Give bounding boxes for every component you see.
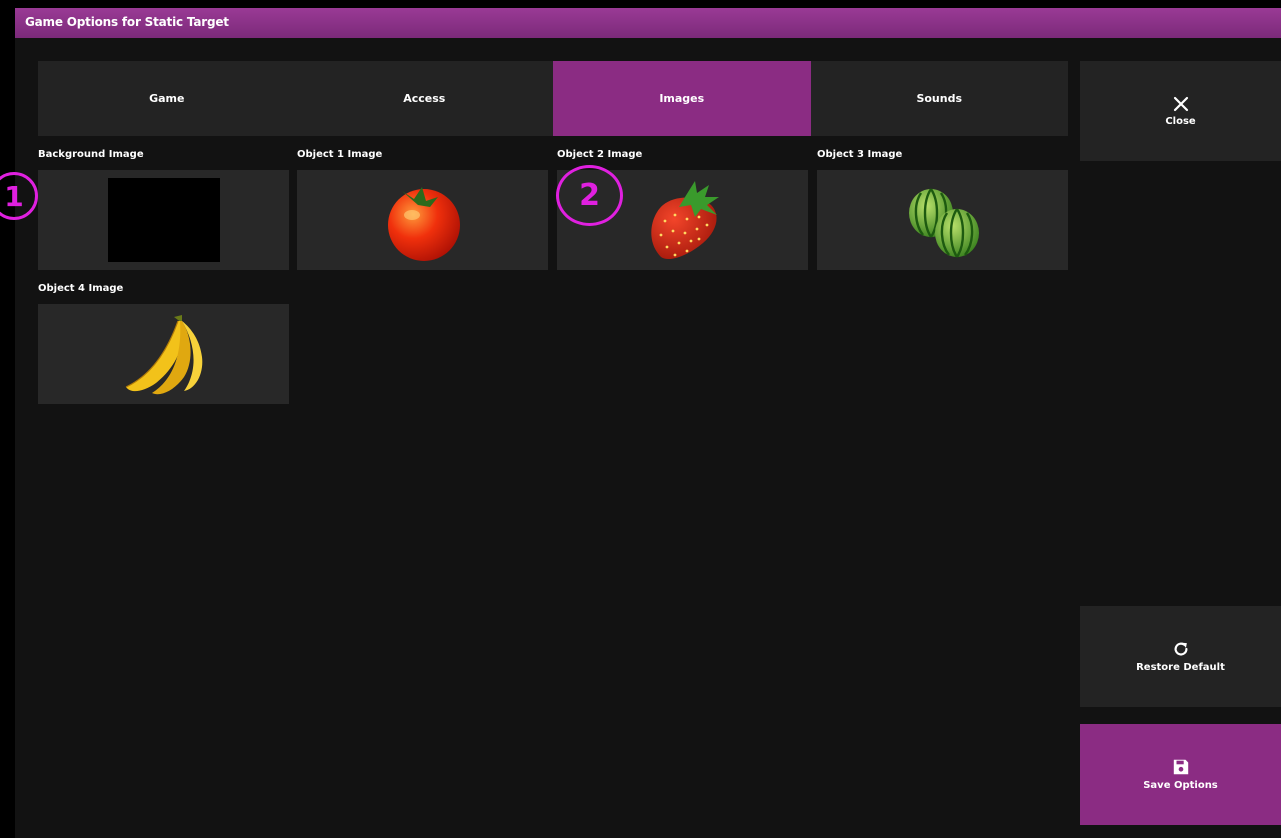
save-icon <box>1173 759 1188 775</box>
close-button[interactable]: Close <box>1080 61 1281 161</box>
object2-image-label: Object 2 Image <box>557 149 643 160</box>
background-image-label: Background Image <box>38 149 144 160</box>
object3-image-tile[interactable] <box>817 170 1068 270</box>
tomato-icon <box>387 187 460 261</box>
restore-label: Restore Default <box>1136 662 1225 673</box>
close-label: Close <box>1165 115 1196 127</box>
options-window: Game Options for Static Target Game Acce… <box>0 8 1281 838</box>
annotation-marker-1: 1 <box>0 172 38 220</box>
banana-icon <box>125 315 202 395</box>
close-icon <box>1173 96 1188 111</box>
tab-access[interactable]: Access <box>295 61 553 136</box>
tab-bar: Game Access Images Sounds <box>38 61 1068 136</box>
title-bar: Game Options for Static Target <box>15 8 1281 38</box>
tab-label: Sounds <box>916 92 963 105</box>
tab-label: Images <box>659 92 705 105</box>
tab-label: Game <box>149 92 185 105</box>
object1-image-label: Object 1 Image <box>297 149 383 160</box>
tab-images[interactable]: Images <box>553 61 811 136</box>
tab-sounds[interactable]: Sounds <box>810 61 1068 136</box>
object4-image-tile[interactable] <box>38 304 289 404</box>
watermelon-icon <box>908 188 979 258</box>
window-title: Game Options for Static Target <box>25 15 229 29</box>
restore-default-button[interactable]: Restore Default <box>1080 606 1281 707</box>
background-swatch <box>107 178 220 262</box>
tab-game[interactable]: Game <box>38 61 296 136</box>
refresh-icon <box>1174 642 1187 656</box>
tab-label: Access <box>403 92 446 105</box>
annotation-marker-2: 2 <box>556 165 623 226</box>
object4-image-label: Object 4 Image <box>38 283 124 294</box>
object3-image-label: Object 3 Image <box>817 149 903 160</box>
save-options-button[interactable]: Save Options <box>1080 724 1281 825</box>
background-image-tile[interactable] <box>38 170 289 270</box>
save-label: Save Options <box>1143 780 1218 791</box>
object1-image-tile[interactable] <box>297 170 548 270</box>
strawberry-icon <box>650 181 719 260</box>
